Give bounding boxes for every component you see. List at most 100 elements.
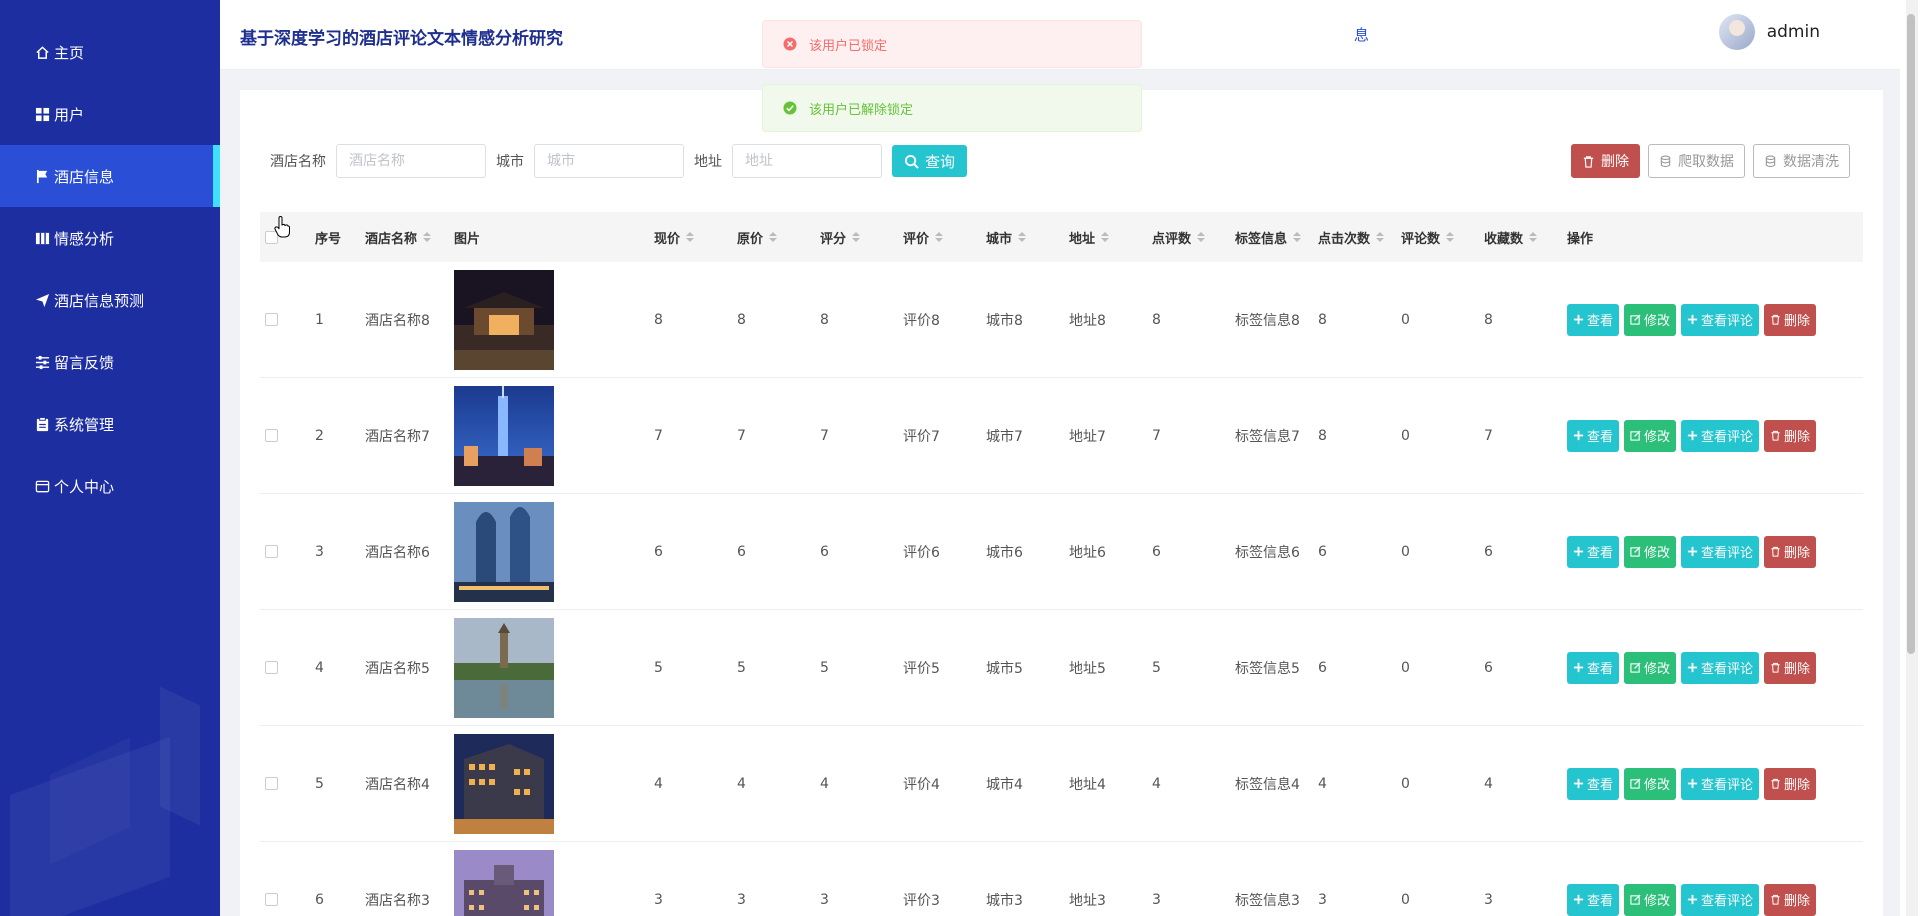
view-button[interactable]: 查看 bbox=[1567, 767, 1620, 800]
delete-button[interactable]: 删除 bbox=[1764, 767, 1817, 800]
sidebar-item-hotel-info[interactable]: 酒店信息 bbox=[0, 145, 220, 207]
sidebar-item-prediction[interactable]: 酒店信息预测 bbox=[0, 269, 220, 331]
sort-icon[interactable] bbox=[1101, 232, 1110, 242]
hotel-image[interactable] bbox=[454, 269, 554, 370]
row-checkbox[interactable] bbox=[265, 777, 278, 790]
sort-icon[interactable] bbox=[686, 232, 695, 242]
view-button[interactable]: 查看 bbox=[1567, 651, 1620, 684]
plus-icon bbox=[1573, 662, 1584, 673]
edit-button[interactable]: 修改 bbox=[1624, 535, 1677, 568]
sidebar-item-label: 用户 bbox=[54, 105, 85, 124]
view-comments-button[interactable]: 查看评论 bbox=[1681, 767, 1760, 800]
cell-score: 8 bbox=[820, 311, 829, 328]
column-header[interactable]: 酒店名称 bbox=[365, 228, 454, 247]
hotel-image[interactable] bbox=[454, 733, 554, 834]
view-button[interactable]: 查看 bbox=[1567, 535, 1620, 568]
header-nav-fragment[interactable]: 息 bbox=[1354, 24, 1369, 45]
row-checkbox[interactable] bbox=[265, 429, 278, 442]
view-comments-button[interactable]: 查看评论 bbox=[1681, 303, 1760, 336]
sidebar-item-users[interactable]: 用户 bbox=[0, 83, 220, 145]
page-scrollbar[interactable] bbox=[1906, 0, 1918, 916]
hotel-image[interactable] bbox=[454, 849, 554, 916]
sort-icon[interactable] bbox=[1529, 232, 1538, 242]
sort-icon[interactable] bbox=[1018, 232, 1027, 242]
sidebar-item-feedback[interactable]: 留言反馈 bbox=[0, 331, 220, 393]
column-header[interactable]: 标签信息 bbox=[1235, 228, 1318, 247]
column-header[interactable]: 评分 bbox=[820, 228, 903, 247]
hotel-image[interactable] bbox=[454, 385, 554, 486]
column-header[interactable]: 地址 bbox=[1069, 228, 1152, 247]
sort-icon[interactable] bbox=[1376, 232, 1385, 242]
column-header[interactable]: 原价 bbox=[737, 228, 820, 247]
view-comments-button[interactable]: 查看评论 bbox=[1681, 535, 1760, 568]
table-row: 4 酒店名称5 5 5 5 评价5 城市5 地址5 5 标签信息5 6 0 6 … bbox=[260, 610, 1863, 726]
clean-data-button[interactable]: 数据清洗 bbox=[1753, 144, 1850, 178]
sort-icon[interactable] bbox=[935, 232, 944, 242]
avatar[interactable] bbox=[1718, 14, 1755, 50]
edit-button[interactable]: 修改 bbox=[1624, 419, 1677, 452]
delete-button[interactable]: 删除 bbox=[1764, 883, 1817, 916]
edit-button[interactable]: 修改 bbox=[1624, 303, 1677, 336]
view-comments-button[interactable]: 查看评论 bbox=[1681, 419, 1760, 452]
row-checkbox[interactable] bbox=[265, 313, 278, 326]
row-checkbox[interactable] bbox=[265, 545, 278, 558]
sort-icon[interactable] bbox=[769, 232, 778, 242]
crawl-data-button[interactable]: 爬取数据 bbox=[1648, 144, 1745, 178]
delete-button[interactable]: 删除 bbox=[1764, 535, 1817, 568]
view-button[interactable]: 查看 bbox=[1567, 303, 1620, 336]
send-icon bbox=[34, 292, 50, 308]
cell-hotel-name: 酒店名称5 bbox=[365, 660, 430, 677]
username[interactable]: admin bbox=[1767, 22, 1820, 42]
city-label: 城市 bbox=[496, 154, 524, 170]
bulk-delete-button[interactable]: 删除 bbox=[1571, 144, 1640, 178]
address-input[interactable] bbox=[732, 144, 882, 178]
sort-icon[interactable] bbox=[1446, 232, 1455, 242]
view-comments-button[interactable]: 查看评论 bbox=[1681, 651, 1760, 684]
delete-button[interactable]: 删除 bbox=[1764, 651, 1817, 684]
column-header: 序号 bbox=[315, 231, 342, 247]
column-header[interactable]: 城市 bbox=[986, 228, 1069, 247]
user-menu[interactable]: admin bbox=[1718, 14, 1820, 50]
edit-button[interactable]: 修改 bbox=[1624, 651, 1677, 684]
sort-icon[interactable] bbox=[852, 232, 861, 242]
sidebar-item-profile[interactable]: 个人中心 bbox=[0, 455, 220, 517]
success-toast-message: 该用户已解除锁定 bbox=[809, 102, 914, 118]
query-button[interactable]: 查询 bbox=[892, 145, 968, 177]
cell-review-count: 7 bbox=[1152, 427, 1161, 444]
scrollbar-thumb[interactable] bbox=[1907, 14, 1915, 654]
view-button[interactable]: 查看 bbox=[1567, 883, 1620, 916]
column-header[interactable]: 评价 bbox=[903, 228, 986, 247]
sidebar-item-sentiment[interactable]: 情感分析 bbox=[0, 207, 220, 269]
edit-icon bbox=[1630, 662, 1641, 673]
hotel-image[interactable] bbox=[454, 617, 554, 718]
row-checkbox[interactable] bbox=[265, 893, 278, 906]
sidebar-item-home[interactable]: 主页 bbox=[0, 21, 220, 83]
sort-icon[interactable] bbox=[1293, 232, 1302, 242]
cell-price: 3 bbox=[654, 891, 663, 908]
column-header[interactable]: 评论数 bbox=[1401, 228, 1484, 247]
sidebar-item-system[interactable]: 系统管理 bbox=[0, 393, 220, 455]
hotel-image[interactable] bbox=[454, 501, 554, 602]
cell-index: 1 bbox=[315, 311, 324, 328]
column-header[interactable]: 点击次数 bbox=[1318, 228, 1401, 247]
cell-review: 评价6 bbox=[903, 544, 940, 561]
edit-button[interactable]: 修改 bbox=[1624, 767, 1677, 800]
sort-icon[interactable] bbox=[1197, 232, 1206, 242]
column-header[interactable]: 点评数 bbox=[1152, 228, 1235, 247]
cell-review: 评价5 bbox=[903, 660, 940, 677]
cell-price: 6 bbox=[654, 543, 663, 560]
row-checkbox[interactable] bbox=[265, 661, 278, 674]
delete-button[interactable]: 删除 bbox=[1764, 303, 1817, 336]
edit-button[interactable]: 修改 bbox=[1624, 883, 1677, 916]
view-button[interactable]: 查看 bbox=[1567, 419, 1620, 452]
plus-icon bbox=[1573, 430, 1584, 441]
view-comments-button[interactable]: 查看评论 bbox=[1681, 883, 1760, 916]
city-input[interactable] bbox=[534, 144, 684, 178]
hotel-name-input[interactable] bbox=[336, 144, 486, 178]
column-header[interactable]: 收藏数 bbox=[1484, 228, 1567, 247]
sort-icon[interactable] bbox=[423, 232, 432, 242]
cell-score: 5 bbox=[820, 659, 829, 676]
delete-button[interactable]: 删除 bbox=[1764, 419, 1817, 452]
cell-clicks: 6 bbox=[1318, 543, 1327, 560]
column-header[interactable]: 现价 bbox=[654, 228, 737, 247]
